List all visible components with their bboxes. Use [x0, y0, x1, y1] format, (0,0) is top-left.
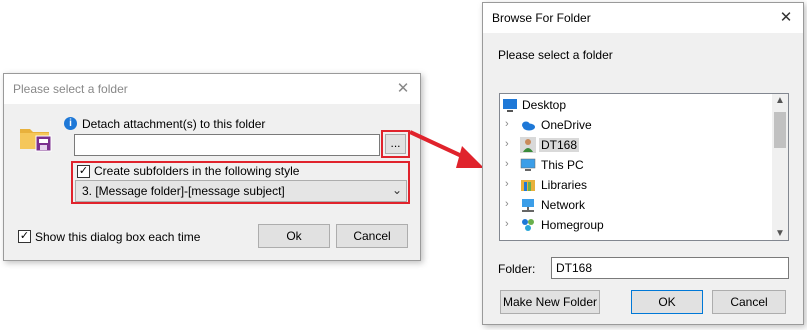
cancel-button[interactable]: Cancel	[712, 290, 786, 314]
folder-path-input[interactable]	[74, 134, 380, 156]
tree-item-label: Libraries	[541, 178, 588, 192]
tree-item-dt168[interactable]: › DT168	[500, 135, 775, 155]
ok-button[interactable]: Ok	[258, 224, 330, 248]
folder-tree[interactable]: Desktop › OneDrive › DT168 › This PC › L…	[499, 93, 789, 241]
style-dropdown[interactable]: 3. [Message folder]-[message subject] ⌄	[75, 180, 407, 202]
make-new-folder-button[interactable]: Make New Folder	[500, 290, 600, 314]
tree-item-network[interactable]: › Network	[500, 195, 775, 215]
tree-item-desktop[interactable]: Desktop	[500, 95, 775, 115]
arrow-icon	[409, 130, 484, 168]
tree-item-homegroup[interactable]: › Homegroup	[500, 215, 775, 235]
folder-icon	[19, 124, 53, 152]
dialog-title: Please select a folder	[13, 82, 128, 96]
tree-item-partial[interactable]: ›	[500, 235, 775, 240]
tree-item-label: Desktop	[522, 98, 567, 112]
scroll-up-icon[interactable]: ▲	[775, 95, 785, 106]
desktop-icon	[502, 97, 518, 113]
chevron-right-icon[interactable]: ›	[505, 198, 509, 210]
onedrive-icon	[520, 117, 536, 133]
tree-item-label: DT168	[539, 138, 580, 152]
tree-item-label: OneDrive	[541, 118, 592, 132]
select-folder-dialog: Please select a folder ✕ i Detach attach…	[3, 73, 421, 261]
folder-label: Folder:	[498, 262, 536, 276]
subfolders-label: Create subfolders in the following style	[94, 164, 300, 178]
show-dialog-checkbox[interactable]: ✓	[18, 230, 31, 243]
tree-rows: Desktop › OneDrive › DT168 › This PC › L…	[500, 94, 774, 240]
title-bar: Browse For Folder ✕	[483, 3, 803, 33]
tree-item-libraries[interactable]: › Libraries	[500, 175, 775, 195]
folder-icon	[520, 237, 536, 240]
folder-input[interactable]: DT168	[551, 257, 789, 279]
tree-item-label: This PC	[541, 158, 584, 172]
prompt-text: Please select a folder	[498, 48, 613, 62]
chevron-right-icon[interactable]: ›	[505, 158, 509, 170]
close-icon[interactable]: ✕	[392, 78, 414, 100]
chevron-right-icon[interactable]: ›	[505, 118, 509, 130]
show-dialog-label: Show this dialog box each time	[35, 230, 201, 244]
scroll-down-icon[interactable]: ▼	[775, 228, 785, 239]
ok-button[interactable]: OK	[631, 290, 703, 314]
style-dropdown-value: 3. [Message folder]-[message subject]	[82, 184, 285, 198]
scroll-thumb[interactable]	[774, 112, 786, 148]
close-icon[interactable]: ✕	[775, 7, 797, 29]
homegroup-icon	[520, 217, 536, 233]
detach-label: Detach attachment(s) to this folder	[82, 117, 266, 131]
cancel-button[interactable]: Cancel	[336, 224, 408, 248]
dialog-title: Browse For Folder	[492, 11, 591, 25]
tree-scrollbar[interactable]: ▲ ▼	[772, 94, 788, 240]
user-icon	[520, 137, 536, 153]
tree-item-this-pc[interactable]: › This PC	[500, 155, 775, 175]
computer-icon	[520, 157, 536, 173]
chevron-right-icon[interactable]: ›	[505, 178, 509, 190]
info-icon: i	[64, 117, 77, 130]
title-bar: Please select a folder ✕	[4, 74, 420, 104]
browse-for-folder-dialog: Browse For Folder ✕ Please select a fold…	[482, 2, 804, 325]
browse-button[interactable]: ...	[385, 134, 406, 154]
chevron-right-icon[interactable]: ›	[505, 238, 509, 240]
tree-item-onedrive[interactable]: › OneDrive	[500, 115, 775, 135]
network-icon	[520, 197, 536, 213]
chevron-right-icon[interactable]: ›	[505, 218, 509, 230]
subfolders-checkbox[interactable]: ✓	[77, 165, 90, 178]
tree-item-label: Network	[541, 198, 586, 212]
chevron-right-icon[interactable]: ›	[505, 138, 509, 150]
chevron-down-icon: ⌄	[391, 183, 402, 197]
libraries-icon	[520, 177, 536, 193]
tree-item-label: Homegroup	[541, 218, 604, 232]
